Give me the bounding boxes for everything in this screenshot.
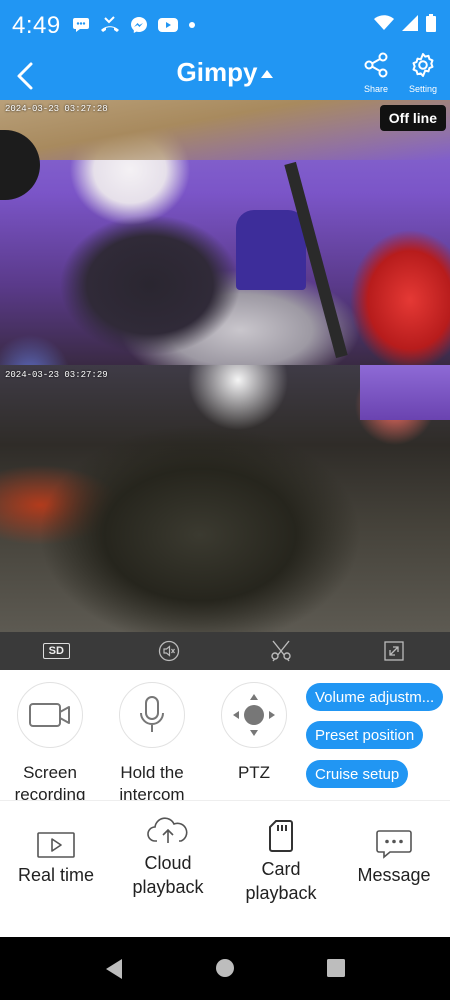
intercom-circle	[119, 682, 185, 748]
timestamp-bottom: 2024-03-23 03:27:29	[5, 370, 108, 380]
chat-bubble-icon	[73, 18, 89, 32]
microphone-icon	[140, 696, 164, 732]
timestamp-top: 2024-03-23 03:27:28	[5, 104, 108, 114]
ptz-joystick-icon	[233, 694, 275, 736]
mute-icon	[158, 640, 179, 662]
preset-position-button[interactable]: Preset position	[306, 721, 424, 749]
video-toolbar: SD	[0, 632, 450, 670]
status-time: 4:49	[12, 12, 61, 39]
tab-message-icon-wrap	[338, 825, 450, 859]
status-badge: Off line	[379, 105, 446, 131]
fullscreen-icon	[384, 641, 404, 661]
screen-recording-label: Screen recording	[14, 763, 86, 800]
top-bar: 4:49 Gimpy Share Setting	[0, 0, 450, 100]
cruise-setup-button[interactable]: Cruise setup	[306, 760, 409, 788]
tab-message-label: Message	[357, 865, 431, 885]
youtube-icon	[158, 18, 178, 32]
video-camera-icon	[29, 703, 70, 727]
screen-recording-circle	[17, 682, 83, 748]
gaming-chair	[236, 210, 306, 290]
snapshot-button[interactable]	[225, 632, 338, 670]
nav-back-button[interactable]	[104, 958, 124, 985]
sd-card-icon	[269, 820, 293, 852]
camera-feed-lower	[0, 365, 450, 632]
tab-real-time[interactable]: Real time	[0, 825, 112, 887]
ptz-label: PTZ	[237, 763, 271, 782]
tab-card-icon-wrap	[225, 819, 337, 853]
recents-square-icon	[327, 959, 345, 977]
ptz-circle	[221, 682, 287, 748]
system-nav-bar	[0, 937, 450, 1000]
controls-panel: Screen recording Hold the intercom PTZ V…	[0, 670, 450, 800]
page-title: Gimpy	[176, 57, 258, 87]
tab-card-playback[interactable]: Card playback	[225, 819, 337, 905]
tab-message[interactable]: Message	[338, 825, 450, 887]
screen-recording-button[interactable]: Screen recording	[0, 682, 100, 800]
camera-view[interactable]: 2024-03-23 03:27:28 2024-03-23 03:27:29 …	[0, 100, 450, 632]
caret-up-icon	[261, 69, 274, 78]
nav-recents-button[interactable]	[326, 958, 346, 983]
battery-icon	[426, 14, 436, 32]
nav-home-button[interactable]	[215, 958, 235, 983]
wifi-icon	[374, 15, 394, 30]
signal-icon	[402, 15, 418, 31]
message-icon	[376, 830, 412, 859]
share-button[interactable]: Share	[354, 52, 398, 94]
setting-label: Setting	[408, 84, 438, 94]
fullscreen-button[interactable]	[338, 632, 450, 670]
tab-cloud-icon-wrap	[112, 813, 224, 847]
share-label: Share	[363, 84, 389, 94]
setting-button[interactable]: Setting	[401, 52, 445, 94]
purple-wall	[360, 365, 450, 420]
dot-icon	[189, 22, 195, 28]
notification-icons	[72, 16, 196, 34]
back-triangle-icon	[106, 959, 122, 979]
ptz-button[interactable]: PTZ	[204, 682, 304, 784]
messenger-icon	[131, 17, 147, 33]
system-icons	[374, 14, 436, 32]
intercom-button[interactable]: Hold the intercom	[102, 682, 202, 800]
camera-feed-upper	[0, 100, 450, 365]
sd-quality-button[interactable]: SD	[0, 632, 113, 670]
play-screen-icon	[37, 832, 75, 858]
tab-real-time-icon-wrap	[0, 825, 112, 859]
tab-card-label: Card playback	[245, 859, 317, 903]
volume-adjust-button[interactable]: Volume adjustm...	[306, 683, 444, 711]
missed-call-icon	[101, 16, 119, 32]
mute-button[interactable]	[113, 632, 226, 670]
intercom-label: Hold the intercom	[119, 763, 185, 800]
home-circle-icon	[216, 959, 234, 977]
gear-icon	[412, 53, 434, 77]
cloud-upload-icon	[147, 817, 188, 843]
bottom-tabs: Real time Cloud playback Card playback M…	[0, 801, 450, 937]
app-header: Gimpy Share Setting	[0, 52, 450, 100]
snapshot-icon	[271, 640, 291, 662]
status-bar: 4:49	[0, 0, 450, 52]
share-icon	[364, 52, 388, 78]
sd-label: SD	[42, 643, 70, 659]
tab-real-time-label: Real time	[17, 865, 95, 885]
tab-cloud-playback[interactable]: Cloud playback	[112, 813, 224, 899]
tab-cloud-label: Cloud playback	[132, 853, 204, 897]
